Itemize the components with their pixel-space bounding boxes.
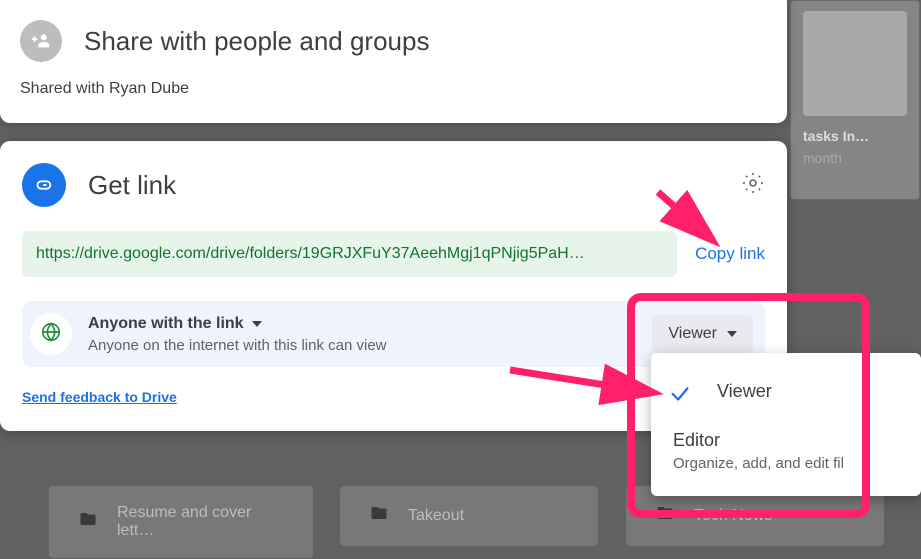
copy-link-button[interactable]: Copy link (695, 244, 765, 264)
role-option-label: Viewer (717, 381, 899, 402)
globe-icon-wrap (30, 313, 72, 355)
share-panel: Share with people and groups Shared with… (0, 0, 787, 123)
role-option-desc: Organize, add, and edit fil (673, 455, 899, 472)
role-option-viewer[interactable]: Viewer (651, 371, 921, 412)
share-url-field[interactable]: https://drive.google.com/drive/folders/1… (22, 231, 677, 277)
role-dropdown-menu: Viewer Editor Organize, add, and edit fi… (651, 353, 921, 496)
role-select-button[interactable]: Viewer (652, 315, 753, 353)
folder-icon (368, 504, 390, 528)
bg-folder-label: Takeout (408, 507, 464, 525)
send-feedback-link[interactable]: Send feedback to Drive (22, 389, 177, 405)
role-option-label: Editor (673, 430, 899, 451)
share-subtitle: Shared with Ryan Dube (20, 80, 765, 98)
bg-thumb-tasks: tasks In… month (790, 0, 920, 200)
scope-dropdown[interactable]: Anyone with the link (88, 315, 636, 333)
bg-thumb-title: tasks In… (803, 128, 907, 144)
folder-icon (654, 504, 676, 528)
folder-icon (77, 510, 99, 534)
chevron-down-icon (727, 331, 737, 337)
bg-folder-resume: Resume and cover lett… (48, 485, 314, 559)
role-button-label: Viewer (668, 325, 717, 343)
scope-title-label: Anyone with the link (88, 315, 244, 333)
chevron-down-icon (252, 321, 262, 327)
check-icon (669, 383, 691, 410)
share-people-icon (20, 20, 62, 62)
scope-subtitle: Anyone on the internet with this link ca… (88, 337, 636, 354)
bg-thumb-sub: month (803, 150, 907, 166)
bg-folder-takeout: Takeout (339, 485, 599, 547)
role-option-editor[interactable]: Editor Organize, add, and edit fil (651, 420, 921, 482)
bg-folder-label: Resume and cover lett… (117, 504, 285, 540)
globe-icon (40, 321, 62, 348)
get-link-title: Get link (88, 170, 719, 201)
bg-folder-label: Tech News (694, 507, 772, 525)
share-title: Share with people and groups (84, 26, 429, 57)
settings-gear-icon[interactable] (741, 171, 765, 200)
link-icon (22, 163, 66, 207)
